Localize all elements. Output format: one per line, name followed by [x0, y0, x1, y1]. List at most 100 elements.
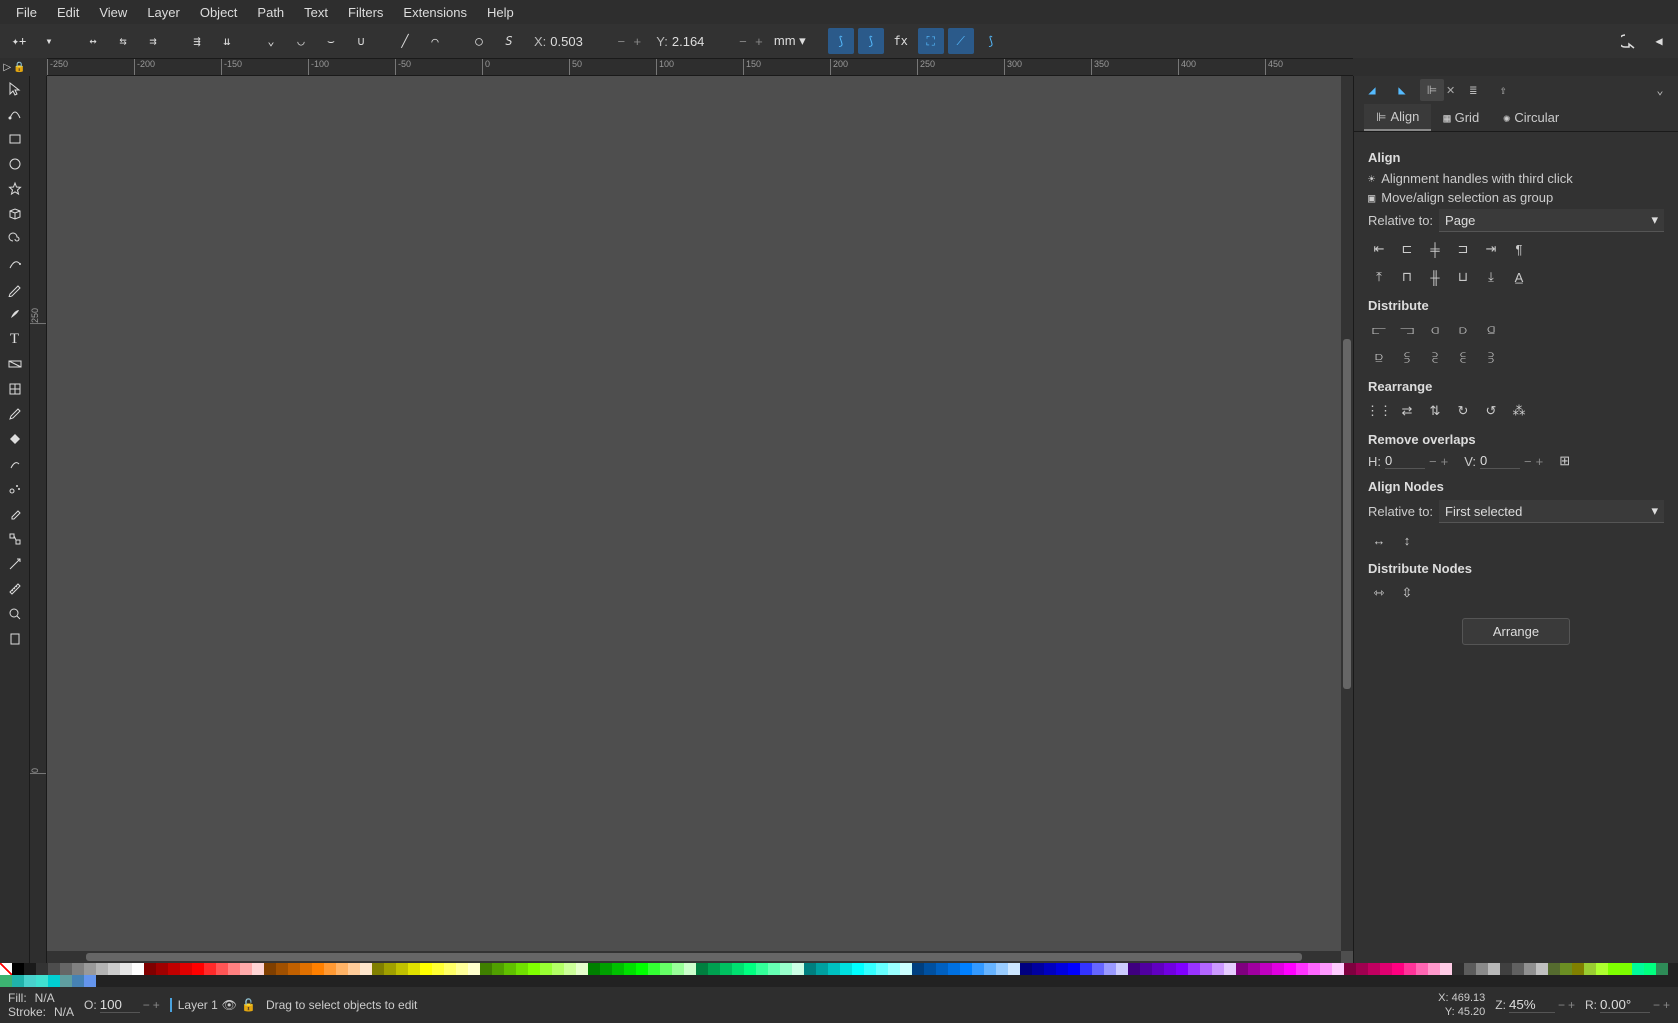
color-swatch[interactable] — [636, 963, 648, 975]
close-panel-icon[interactable]: ✕ — [1446, 84, 1455, 97]
color-swatch[interactable] — [1464, 963, 1476, 975]
color-swatch[interactable] — [312, 963, 324, 975]
color-swatch[interactable] — [1128, 963, 1140, 975]
align-baseline-icon[interactable]: A̲ — [1508, 266, 1530, 288]
color-swatch[interactable] — [264, 963, 276, 975]
color-swatch[interactable] — [1440, 963, 1452, 975]
export-panel-icon[interactable]: ⇪ — [1491, 79, 1515, 101]
delete-segment-icon[interactable]: ⇶ — [184, 28, 210, 54]
object-properties-panel-icon[interactable]: ◣ — [1390, 79, 1414, 101]
3dbox-tool-icon[interactable] — [4, 203, 26, 225]
color-swatch[interactable] — [348, 963, 360, 975]
relative-to-dropdown[interactable]: Page▾ — [1439, 209, 1664, 232]
color-swatch[interactable] — [756, 963, 768, 975]
panel-menu-icon[interactable]: ⌄ — [1648, 79, 1672, 101]
color-swatch[interactable] — [0, 975, 12, 987]
align-vcenter-icon[interactable]: ╫ — [1424, 266, 1446, 288]
overlap-h-plus-icon[interactable]: + — [1441, 454, 1449, 469]
color-swatch[interactable] — [372, 963, 384, 975]
opacity-minus-icon[interactable]: − — [143, 998, 150, 1012]
menu-help[interactable]: Help — [477, 1, 524, 24]
color-swatch[interactable] — [1584, 963, 1596, 975]
color-swatch[interactable] — [24, 975, 36, 987]
zoom-tool-icon[interactable] — [4, 603, 26, 625]
insert-node-icon[interactable]: ✦+ — [6, 28, 32, 54]
color-swatch[interactable] — [1020, 963, 1032, 975]
color-swatch[interactable] — [1476, 963, 1488, 975]
color-swatch[interactable] — [720, 963, 732, 975]
color-swatch[interactable] — [804, 963, 816, 975]
color-swatch[interactable] — [48, 975, 60, 987]
menu-text[interactable]: Text — [294, 1, 338, 24]
rearrange-rotate-cw-icon[interactable]: ↻ — [1452, 400, 1474, 422]
coord-x-input[interactable] — [550, 34, 610, 49]
color-swatch[interactable] — [1428, 963, 1440, 975]
color-swatch[interactable] — [1368, 963, 1380, 975]
color-swatch[interactable] — [576, 963, 588, 975]
color-swatch[interactable] — [216, 963, 228, 975]
color-swatch[interactable] — [648, 963, 660, 975]
rearrange-random-icon[interactable]: ⁂ — [1508, 400, 1530, 422]
color-swatch[interactable] — [564, 963, 576, 975]
ellipse-tool-icon[interactable] — [4, 153, 26, 175]
calligraphy-tool-icon[interactable] — [4, 303, 26, 325]
color-swatch[interactable] — [60, 975, 72, 987]
curve-segment-icon[interactable]: ⌒ — [422, 28, 448, 54]
color-swatch[interactable] — [792, 963, 804, 975]
rearrange-graph-icon[interactable]: ⋮⋮ — [1368, 400, 1390, 422]
color-swatch[interactable] — [1224, 963, 1236, 975]
line-segment-icon[interactable]: ╱ — [392, 28, 418, 54]
rotation-minus-icon[interactable]: − — [1653, 998, 1660, 1012]
color-swatch[interactable] — [996, 963, 1008, 975]
color-swatch[interactable] — [1452, 963, 1464, 975]
color-swatch[interactable] — [912, 963, 924, 975]
break-segment-icon[interactable]: ⇊ — [214, 28, 240, 54]
tab-circular[interactable]: ✺Circular — [1491, 104, 1571, 131]
move-as-group-icon[interactable]: ▣ — [1368, 191, 1375, 205]
join-node-icon[interactable]: ⇆ — [110, 28, 136, 54]
color-swatch[interactable] — [1356, 963, 1368, 975]
menu-path[interactable]: Path — [247, 1, 294, 24]
color-swatch[interactable] — [816, 963, 828, 975]
color-swatch[interactable] — [492, 963, 504, 975]
star-tool-icon[interactable] — [4, 178, 26, 200]
layers-panel-icon[interactable]: ≣ — [1461, 79, 1485, 101]
dist-bottom-icon[interactable]: ⫔ — [1424, 347, 1446, 369]
align-bottom-out-icon[interactable]: ⤓ — [1480, 266, 1502, 288]
overlap-v-minus-icon[interactable]: − — [1524, 454, 1532, 469]
menu-object[interactable]: Object — [190, 1, 248, 24]
color-swatch[interactable] — [420, 963, 432, 975]
node-tool-icon[interactable] — [4, 103, 26, 125]
color-swatch[interactable] — [1092, 963, 1104, 975]
color-swatch[interactable] — [1032, 963, 1044, 975]
dist-vequal-icon[interactable]: ⫖ — [1480, 347, 1502, 369]
selector-tool-icon[interactable] — [4, 78, 26, 100]
opacity-plus-icon[interactable]: + — [153, 998, 160, 1012]
color-swatch[interactable] — [396, 963, 408, 975]
color-swatch[interactable] — [744, 963, 756, 975]
color-swatch[interactable] — [864, 963, 876, 975]
color-swatch[interactable] — [1116, 963, 1128, 975]
color-swatch[interactable] — [588, 963, 600, 975]
unit-selector[interactable]: mm ▾ — [770, 31, 810, 51]
color-swatch[interactable] — [1344, 963, 1356, 975]
color-swatch[interactable] — [72, 975, 84, 987]
auto-node-icon[interactable]: ∪ — [348, 28, 374, 54]
color-swatch[interactable] — [1488, 963, 1500, 975]
rotation-plus-icon[interactable]: + — [1663, 998, 1670, 1012]
layer-visibility-icon[interactable]: 👁 — [222, 998, 237, 1012]
color-swatch[interactable] — [72, 963, 84, 975]
rearrange-exchange-icon[interactable]: ⇄ — [1396, 400, 1418, 422]
color-swatch[interactable] — [456, 963, 468, 975]
delete-node-icon[interactable]: ▾ — [36, 28, 62, 54]
nodes-dist-v-icon[interactable]: ⇳ — [1396, 582, 1418, 604]
dist-top-icon[interactable]: ⫒ — [1368, 347, 1390, 369]
overlap-v-input[interactable] — [1480, 453, 1520, 469]
dist-vcenter-icon[interactable]: ⫓ — [1396, 347, 1418, 369]
color-swatch[interactable] — [1104, 963, 1116, 975]
color-swatch[interactable] — [1296, 963, 1308, 975]
symmetric-node-icon[interactable]: ⌣ — [318, 28, 344, 54]
lpe-tool-icon[interactable] — [4, 553, 26, 575]
show-bezier-handles-icon[interactable]: ⟋ — [948, 28, 974, 54]
color-swatch[interactable] — [1308, 963, 1320, 975]
